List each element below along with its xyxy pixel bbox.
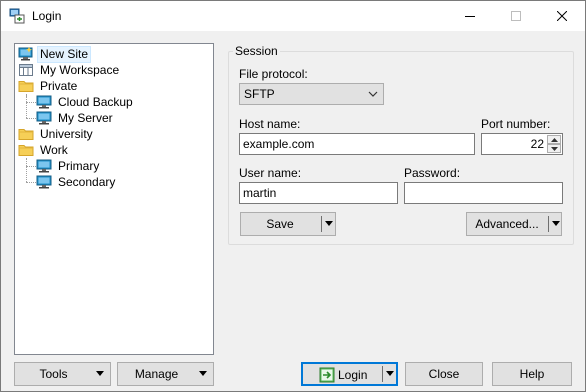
password-input[interactable] xyxy=(404,182,563,204)
user-name-label: User name: xyxy=(239,166,302,180)
split-divider xyxy=(382,366,383,382)
host-name-input[interactable]: example.com xyxy=(239,133,475,155)
tree-item-label: My Server xyxy=(58,110,113,125)
tree-item-label: Primary xyxy=(58,158,100,173)
window-title: Login xyxy=(32,9,62,23)
tree-item-university[interactable]: University xyxy=(18,126,95,142)
file-protocol-label: File protocol: xyxy=(239,67,308,81)
session-group-label: Session xyxy=(233,44,280,58)
login-icon xyxy=(319,367,335,383)
tree-item-private[interactable]: Private xyxy=(18,78,79,94)
tree-item-label: Secondary xyxy=(58,174,116,189)
save-button[interactable]: Save xyxy=(240,212,336,236)
tree-item-label: My Workspace xyxy=(40,62,120,77)
tree-connector xyxy=(26,182,36,183)
manage-button[interactable]: Manage xyxy=(117,362,214,386)
folder-icon xyxy=(18,142,34,158)
tools-button[interactable]: Tools xyxy=(14,362,111,386)
close-icon xyxy=(557,11,567,21)
password-label: Password: xyxy=(404,166,461,180)
folder-icon xyxy=(18,78,34,94)
login-button-label: Login xyxy=(338,368,368,382)
tree-item-label: Cloud Backup xyxy=(58,94,133,109)
login-window: Login New Site My Workspace Private Clou… xyxy=(0,0,586,392)
close-button-label: Close xyxy=(428,367,460,381)
minimize-icon xyxy=(465,16,475,17)
tree-connector xyxy=(26,166,36,167)
workspace-icon xyxy=(18,62,34,78)
split-divider xyxy=(321,216,322,232)
login-button[interactable]: Login xyxy=(301,362,398,386)
new-site-icon xyxy=(18,46,34,62)
tree-item-label: Work xyxy=(40,142,68,157)
port-increment-button[interactable] xyxy=(547,135,561,144)
chevron-down-icon xyxy=(550,146,558,151)
dropdown-arrow-icon xyxy=(96,371,104,376)
tools-button-label: Tools xyxy=(39,367,68,381)
tree-item-work[interactable]: Work xyxy=(18,142,70,158)
user-name-input[interactable]: martin xyxy=(239,182,398,204)
port-number-spinner[interactable]: 22 xyxy=(481,133,563,155)
tree-item-my-server[interactable]: My Server xyxy=(36,110,115,126)
tree-item-new-site[interactable]: New Site xyxy=(18,45,92,63)
tree-connector xyxy=(26,96,27,118)
computer-icon xyxy=(36,174,52,190)
computer-icon xyxy=(36,110,52,126)
advanced-button-label: Advanced... xyxy=(475,217,539,231)
tree-item-label: Private xyxy=(40,78,78,93)
advanced-button[interactable]: Advanced... xyxy=(466,212,562,236)
minimize-button[interactable] xyxy=(447,1,493,31)
manage-button-label: Manage xyxy=(134,367,179,381)
tree-connector xyxy=(26,158,27,182)
folder-icon xyxy=(18,126,34,142)
port-number-label: Port number: xyxy=(481,117,551,131)
tree-item-cloud-backup[interactable]: Cloud Backup xyxy=(36,94,135,110)
split-divider xyxy=(548,216,549,232)
computer-icon xyxy=(36,94,52,110)
host-name-label: Host name: xyxy=(239,117,301,131)
save-button-label: Save xyxy=(266,217,294,231)
dropdown-arrow-icon xyxy=(199,371,207,376)
file-protocol-select[interactable]: SFTP xyxy=(239,83,384,105)
file-protocol-value: SFTP xyxy=(244,87,275,101)
computer-icon xyxy=(36,158,52,174)
tree-connector xyxy=(26,102,36,103)
chevron-up-icon xyxy=(550,137,558,142)
dropdown-arrow-icon xyxy=(325,221,333,226)
tree-item-label: University xyxy=(40,126,93,141)
port-number-value: 22 xyxy=(530,137,544,151)
close-window-button[interactable] xyxy=(539,1,585,31)
port-decrement-button[interactable] xyxy=(547,144,561,153)
title-bar[interactable]: Login xyxy=(1,1,585,31)
tree-item-secondary[interactable]: Secondary xyxy=(36,174,117,190)
help-button-label: Help xyxy=(519,367,545,381)
maximize-icon xyxy=(511,11,521,21)
dropdown-arrow-icon xyxy=(386,371,394,376)
winscp-login-icon xyxy=(9,8,25,24)
close-button[interactable]: Close xyxy=(405,362,483,386)
tree-item-my-workspace[interactable]: My Workspace xyxy=(18,62,121,78)
help-button[interactable]: Help xyxy=(492,362,572,386)
dropdown-arrow-icon xyxy=(552,221,560,226)
chevron-down-icon xyxy=(368,91,378,97)
tree-item-primary[interactable]: Primary xyxy=(36,158,101,174)
tree-item-label: New Site xyxy=(36,45,92,63)
site-tree[interactable]: New Site My Workspace Private Cloud Back… xyxy=(14,43,214,355)
tree-connector xyxy=(26,118,36,119)
maximize-button xyxy=(493,1,539,31)
